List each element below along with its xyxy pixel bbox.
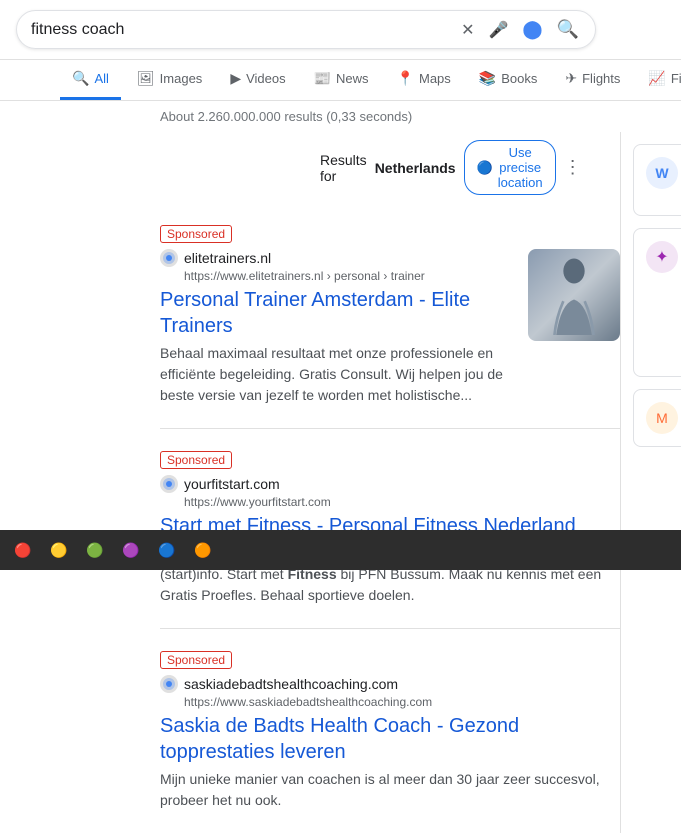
tab-images-label: Images [160,71,203,86]
taskbar-icon-3[interactable]: 🟢 [80,535,110,565]
site-name-2: yourfitstart.com [184,476,280,492]
more-options-button[interactable]: ⋮ [564,157,582,178]
tab-maps-label: Maps [419,71,451,86]
voice-search-icon[interactable]: 🎤 [487,18,511,42]
sponsored-badge-3: Sponsored [160,651,232,669]
search-input[interactable] [31,21,451,39]
all-icon: 🔍 [72,70,89,87]
taskbar-icon-5[interactable]: 🔵 [152,535,182,565]
tab-news-label: News [336,71,369,86]
sidebar-column: W WebC Waiting for ✦ Ma Access Ch instan… [620,132,681,833]
tab-finance[interactable]: 📈 Finance [636,60,681,100]
site-url-1: https://www.elitetrainers.nl › personal … [184,269,516,283]
news-icon: 📰 [314,70,331,87]
finance-icon: 📈 [648,70,665,87]
sponsored-badge-1: Sponsored [160,225,232,243]
favicon-2 [160,475,178,493]
location-prefix: Results for [320,152,367,184]
taskbar: 🔴 🟡 🟢 🟣 🔵 🟠 [0,530,681,570]
tab-videos-label: Videos [246,71,286,86]
result-desc-3: Mijn unieke manier van coachen is al mee… [160,769,620,811]
person-silhouette-1 [544,255,604,335]
sidebar-card-monica: M Monica [633,389,681,447]
sponsored-badge-2: Sponsored [160,451,232,469]
tab-books-label: Books [501,71,537,86]
flights-icon: ✈ [565,70,577,87]
results-count: About 2.260.000.000 results (0,33 second… [160,109,412,124]
lens-icon[interactable]: ⬤ [520,17,544,42]
result-title-3[interactable]: Saskia de Badts Health Coach - Gezond to… [160,713,620,765]
webchat-icon: W [646,157,678,189]
tab-maps[interactable]: 📍 Maps [385,60,463,100]
site-url-2: https://www.yourfitstart.com [184,495,620,509]
clear-button[interactable]: ✕ [459,18,476,42]
result-desc-1: Behaal maximaal resultaat met onze profe… [160,343,516,406]
favicon-1 [160,249,178,267]
search-button[interactable]: 🔍 [555,17,581,42]
tab-images[interactable]: 🖼 Images [125,60,214,100]
location-button-label: Use precise location [498,145,543,190]
taskbar-icon-6[interactable]: 🟠 [188,535,218,565]
results-column: Results for Netherlands 🔵 Use precise lo… [0,132,620,833]
taskbar-icon-1[interactable]: 🔴 [8,535,38,565]
favicon-3 [160,675,178,693]
location-dot-icon: 🔵 [477,160,493,176]
site-url-3: https://www.saskiadebadtshealthcoaching.… [184,695,620,709]
tab-news[interactable]: 📰 News [302,60,381,100]
tab-videos[interactable]: ▶ Videos [218,60,297,100]
use-precise-location-button[interactable]: 🔵 Use precise location [464,140,556,195]
tab-finance-label: Finance [671,71,681,86]
videos-icon: ▶ [230,70,241,87]
tab-flights-label: Flights [582,71,620,86]
books-icon: 📚 [479,70,496,87]
tab-all-label: All [94,71,108,86]
monica-icon: M [646,402,678,434]
search-input-container: ✕ 🎤 ⬤ 🔍 [16,10,596,49]
sponsored-result-1: Sponsored elitetrainers.nl https://www.e… [160,213,620,418]
tab-all[interactable]: 🔍 All [60,60,121,100]
sidebar-card-webchat: W WebC Waiting for [633,144,681,216]
maps-icon: 📍 [397,70,414,87]
taskbar-icon-2[interactable]: 🟡 [44,535,74,565]
results-info: About 2.260.000.000 results (0,33 second… [0,101,681,132]
location-name: Netherlands [375,160,456,176]
location-bar: Results for Netherlands 🔵 Use precise lo… [160,132,620,203]
result-title-1[interactable]: Personal Trainer Amsterdam - Elite Train… [160,287,516,339]
taskbar-icon-4[interactable]: 🟣 [116,535,146,565]
sidebar-card-magic: ✦ Ma Access Ch instantly w PDF files. Ad… [633,228,681,377]
tab-books[interactable]: 📚 Books [467,60,550,100]
sponsored-result-3: Sponsored saskiadebadtshealthcoaching.co… [160,639,620,823]
result-image-1 [528,249,620,341]
sponsored-result-2: Sponsored yourfitstart.com https://www.y… [160,439,620,618]
tab-flights[interactable]: ✈ Flights [553,60,632,100]
search-bar-wrapper: ✕ 🎤 ⬤ 🔍 [0,0,681,60]
magic-icon: ✦ [646,241,678,273]
images-icon: 🖼 [137,70,155,87]
site-name-1: elitetrainers.nl [184,250,271,266]
nav-tabs: 🔍 All 🖼 Images ▶ Videos 📰 News 📍 Maps 📚 … [0,60,681,101]
site-name-3: saskiadebadtshealthcoaching.com [184,676,398,692]
